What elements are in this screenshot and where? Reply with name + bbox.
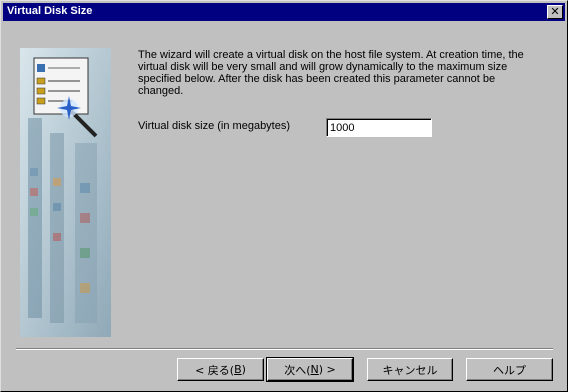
next-mnemonic: N [310,363,319,376]
close-button[interactable]: ✕ [547,5,563,19]
next-button[interactable]: 次へ(N) > [266,357,354,382]
help-button[interactable]: ヘルプ [466,358,553,381]
separator [16,348,553,350]
cancel-label: キャンセル [382,363,438,377]
back-mnemonic: B [234,363,242,376]
next-label-after: ) > [318,363,336,376]
close-icon: ✕ [550,5,560,18]
next-label-before: 次へ( [284,363,311,377]
description-text: The wizard will create a virtual disk on… [138,49,524,97]
wizard-banner-image [20,48,111,337]
size-label: Virtual disk size (in megabytes) [138,120,291,132]
disk-size-input[interactable] [326,118,432,137]
back-label-before: < 戻る( [195,363,235,377]
wizard-banner-icon [20,48,111,337]
cancel-button[interactable]: キャンセル [367,358,453,381]
title-bar[interactable]: Virtual Disk Size ✕ [3,3,565,21]
help-label: ヘルプ [493,363,526,377]
back-label-after: ) [241,363,246,376]
window-title: Virtual Disk Size [7,5,93,17]
wizard-window: Virtual Disk Size ✕ The wizard will crea… [0,0,568,392]
back-button[interactable]: < 戻る(B) [177,358,264,381]
